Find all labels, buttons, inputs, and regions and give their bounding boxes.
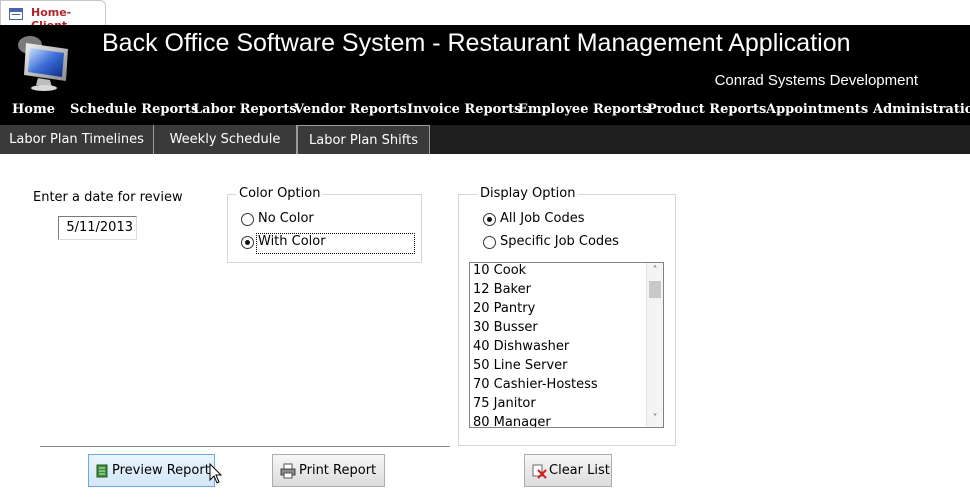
- clear-list-button[interactable]: Clear List: [524, 454, 612, 487]
- menu-item-schedule-reports[interactable]: Schedule Reports: [70, 102, 198, 117]
- menu-item-appointments[interactable]: Appointments: [766, 102, 868, 117]
- main-menu: Home Schedule Reports Labor Reports Vend…: [0, 102, 970, 122]
- list-item[interactable]: 80 Manager: [473, 415, 645, 427]
- document-tab-home-client[interactable]: Home-Client: [0, 0, 106, 32]
- radio-specific-job-codes[interactable]: Specific Job Codes: [483, 234, 643, 252]
- review-date-value: 5/11/2013: [66, 220, 133, 235]
- home-client-form: Home-Client Back Office Softwar: [0, 0, 970, 499]
- display-option-title: Display Option: [477, 186, 579, 201]
- computer-monitor-icon: [18, 36, 68, 91]
- list-item[interactable]: 40 Dishwasher: [473, 339, 645, 358]
- scroll-up-arrow-icon[interactable]: ˄: [647, 263, 663, 279]
- preview-report-button[interactable]: Preview Report: [88, 454, 215, 487]
- list-item[interactable]: 75 Janitor: [473, 396, 645, 415]
- menu-item-vendor-reports[interactable]: Vendor Reports: [294, 102, 407, 117]
- menu-item-home[interactable]: Home: [12, 102, 55, 117]
- list-item[interactable]: 12 Baker: [473, 282, 645, 301]
- radio-label: All Job Codes: [500, 211, 585, 226]
- radio-button-selected: [483, 213, 496, 226]
- radio-all-job-codes[interactable]: All Job Codes: [483, 211, 623, 229]
- list-item[interactable]: 10 Cook: [473, 263, 645, 282]
- list-item[interactable]: 20 Pantry: [473, 301, 645, 320]
- date-label: Enter a date for review: [33, 190, 183, 205]
- app-subtitle: Conrad Systems Development: [714, 72, 918, 89]
- focus-rectangle: [256, 233, 415, 254]
- clear-list-label: Clear List: [549, 463, 610, 478]
- preview-report-label: Preview Report: [112, 463, 210, 478]
- menu-item-product-reports[interactable]: Product Reports: [647, 102, 766, 117]
- tab-weekly-schedule[interactable]: Weekly Schedule: [154, 125, 297, 154]
- radio-label: No Color: [258, 211, 314, 226]
- menu-item-labor-reports[interactable]: Labor Reports: [193, 102, 297, 117]
- scroll-down-arrow-icon[interactable]: ˅: [647, 411, 663, 427]
- form-icon: [9, 8, 23, 20]
- list-item[interactable]: 70 Cashier-Hostess: [473, 377, 645, 396]
- color-option-group: Color Option No Color With Color: [227, 186, 422, 263]
- tab-labor-plan-shifts[interactable]: Labor Plan Shifts: [297, 125, 430, 154]
- list-scrollbar[interactable]: ˄ ˅: [646, 263, 663, 427]
- list-item[interactable]: 30 Busser: [473, 320, 645, 339]
- radio-button: [483, 236, 496, 249]
- radio-no-color[interactable]: No Color: [241, 211, 361, 229]
- preview-report-icon: [96, 464, 108, 478]
- scroll-thumb[interactable]: [649, 281, 661, 298]
- tab-labor-plan-timelines[interactable]: Labor Plan Timelines: [0, 125, 154, 154]
- radio-label: Specific Job Codes: [500, 234, 619, 249]
- job-codes-listbox[interactable]: 10 Cook 12 Baker 20 Pantry 30 Busser 40 …: [469, 262, 664, 428]
- app-header: Back Office Software System - Restaurant…: [0, 25, 970, 125]
- report-subtabs: Labor Plan Timelines Weekly Schedule Lab…: [0, 125, 970, 154]
- job-codes-list: 10 Cook 12 Baker 20 Pantry 30 Busser 40 …: [473, 263, 645, 427]
- menu-item-invoice-reports[interactable]: Invoice Reports: [407, 102, 521, 117]
- menu-item-employee-reports[interactable]: Employee Reports: [518, 102, 650, 117]
- list-item[interactable]: 50 Line Server: [473, 358, 645, 377]
- review-date-field[interactable]: 5/11/2013: [58, 216, 137, 240]
- printer-icon: [280, 463, 296, 479]
- app-title: Back Office Software System - Restaurant…: [102, 29, 851, 57]
- color-option-title: Color Option: [236, 186, 324, 201]
- menu-item-administration[interactable]: Administration: [873, 102, 970, 117]
- radio-button: [241, 213, 254, 226]
- clear-list-icon: [532, 464, 547, 479]
- radio-button-selected: [241, 236, 254, 249]
- print-report-label: Print Report: [299, 463, 377, 478]
- print-report-button[interactable]: Print Report: [272, 454, 385, 487]
- document-tab-strip: Home-Client: [0, 0, 970, 32]
- divider: [40, 446, 450, 447]
- mouse-cursor-icon: [209, 463, 223, 484]
